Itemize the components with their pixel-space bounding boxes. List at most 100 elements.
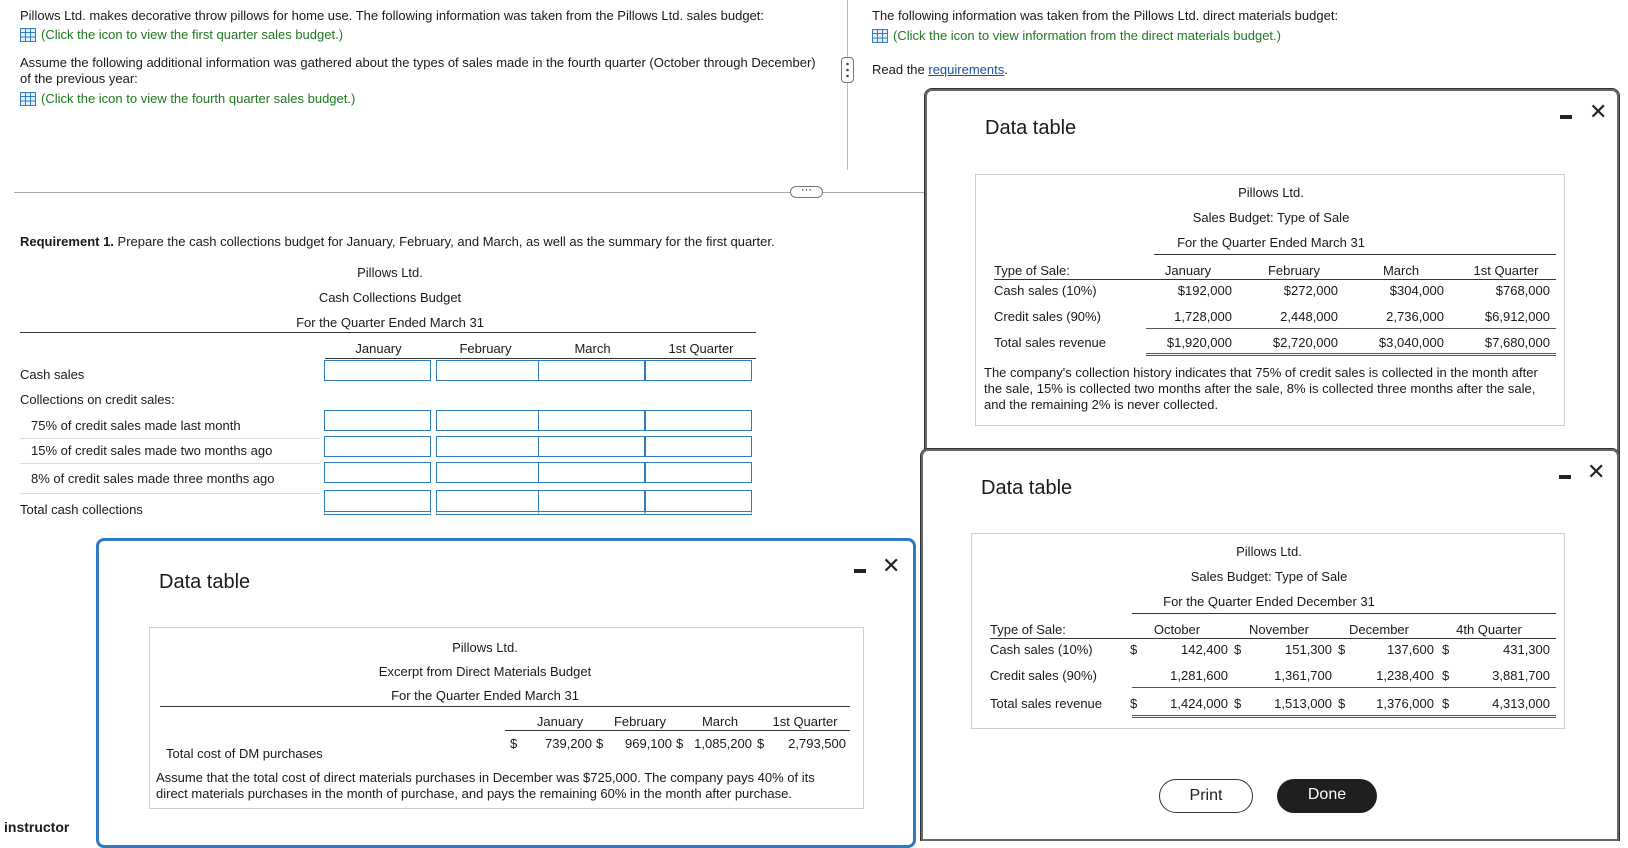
dm-rule <box>160 706 850 707</box>
row-separator <box>20 463 320 464</box>
q4-subtitle: Sales Budget: Type of Sale <box>1190 569 1348 584</box>
q4-col-october: October <box>1153 622 1201 637</box>
budget-col-rule <box>325 358 756 359</box>
dm-col-rule <box>505 730 850 731</box>
dm-dollar: $ <box>510 736 518 751</box>
q4-cell: 1,424,000 <box>1170 696 1228 711</box>
dm-col-february: February <box>613 714 667 729</box>
input-8-q1[interactable] <box>645 462 752 483</box>
drag-dots-icon <box>846 62 849 78</box>
q4-rule <box>1132 613 1556 614</box>
dm-value-january: 739,200 <box>545 736 592 751</box>
q1-period: For the Quarter Ended March 31 <box>1177 235 1365 250</box>
input-cash-feb[interactable] <box>436 360 543 381</box>
first-quarter-link-label: (Click the icon to view the first quarte… <box>41 27 344 42</box>
q1-rule <box>1154 254 1556 255</box>
read-requirements: Read the requirements. <box>872 62 1008 77</box>
print-button[interactable]: Print <box>1159 779 1253 813</box>
q1-cell: $304,000 <box>1389 283 1444 298</box>
q1-col-rule <box>994 279 1556 280</box>
assume-text: Assume the following additional informat… <box>20 55 816 86</box>
q4-cell: 4,313,000 <box>1492 696 1550 711</box>
input-15-q1[interactable] <box>645 436 752 457</box>
dm-period: For the Quarter Ended March 31 <box>391 688 579 703</box>
q4-dollar: $ <box>1234 696 1242 711</box>
done-button[interactable]: Done <box>1277 779 1377 813</box>
close-icon[interactable]: ✕ <box>882 555 900 577</box>
fourth-quarter-link[interactable]: (Click the icon to view the fourth quart… <box>20 91 355 106</box>
input-total-jan[interactable] <box>324 490 431 515</box>
requirement-instructions: Prepare the cash collections budget for … <box>113 234 775 249</box>
fourth-quarter-link-label: (Click the icon to view the fourth quart… <box>41 91 356 106</box>
table-icon <box>20 28 36 42</box>
budget-period: For the Quarter Ended March 31 <box>296 315 484 330</box>
input-cash-q1[interactable] <box>645 360 752 381</box>
q4-cell: 1,361,700 <box>1274 668 1332 683</box>
input-8-jan[interactable] <box>324 462 431 483</box>
input-total-feb[interactable] <box>436 490 543 515</box>
q1-row-label: Total sales revenue <box>994 335 1107 350</box>
minimize-icon[interactable] <box>1559 475 1571 479</box>
minimize-icon[interactable] <box>1560 115 1572 119</box>
input-15-jan[interactable] <box>324 436 431 457</box>
q4-col-november: November <box>1249 622 1309 637</box>
q1-cell: $272,000 <box>1283 283 1338 298</box>
budget-company: Pillows Ltd. <box>357 265 423 280</box>
pane-resize-handle[interactable] <box>841 57 854 83</box>
row-8pct: 8% of credit sales made three months ago <box>31 471 275 486</box>
dm-row-label: Total cost of DM purchases <box>166 746 323 761</box>
input-8-feb[interactable] <box>436 462 543 483</box>
dm-dollar: $ <box>757 736 765 751</box>
q4-table: Pillows Ltd. Sales Budget: Type of Sale … <box>971 533 1565 729</box>
q4-col-december: December <box>1349 622 1409 637</box>
input-75-q1[interactable] <box>645 410 752 431</box>
budget-col-january: January <box>355 341 402 356</box>
row-separator <box>20 493 320 494</box>
budget-col-quarter: 1st Quarter <box>668 341 734 356</box>
input-75-feb[interactable] <box>436 410 543 431</box>
minimize-icon[interactable] <box>854 569 866 573</box>
q1-note: The company's collection history indicat… <box>984 365 1538 412</box>
q4-dollar: $ <box>1442 696 1450 711</box>
row-total: Total cash collections <box>20 502 143 517</box>
ellipsis-icon: ⋯ <box>801 184 812 196</box>
q4-cell: 137,600 <box>1387 642 1434 657</box>
budget-title: Cash Collections Budget <box>318 290 462 305</box>
read-prefix: Read the <box>872 62 929 77</box>
q4-company: Pillows Ltd. <box>1236 544 1302 559</box>
q1-row-label: Credit sales (90%) <box>994 309 1101 324</box>
budget-col-march: March <box>574 341 611 356</box>
input-cash-jan[interactable] <box>324 360 431 381</box>
q1-col-march: March <box>1382 263 1420 278</box>
expand-handle[interactable]: ⋯ <box>790 184 823 198</box>
input-75-mar[interactable] <box>538 410 645 431</box>
intro-text: Pillows Ltd. makes decorative throw pill… <box>20 8 810 24</box>
dm-table: Pillows Ltd. Excerpt from Direct Materia… <box>149 627 864 809</box>
q1-cell: 1,728,000 <box>1174 309 1232 324</box>
input-8-mar[interactable] <box>538 462 645 483</box>
q1-cell: $3,040,000 <box>1378 335 1444 350</box>
q4-row-label: Cash sales (10%) <box>990 642 1093 657</box>
requirements-link[interactable]: requirements <box>928 62 1004 77</box>
direct-materials-link[interactable]: (Click the icon to view information from… <box>872 28 1281 43</box>
input-cash-mar[interactable] <box>538 360 645 381</box>
close-icon[interactable]: ✕ <box>1587 461 1605 483</box>
first-quarter-link[interactable]: (Click the icon to view the first quarte… <box>20 27 343 42</box>
input-75-jan[interactable] <box>324 410 431 431</box>
q4-type-label: Type of Sale: <box>990 622 1066 637</box>
input-15-mar[interactable] <box>538 436 645 457</box>
q1-col-quarter: 1st Quarter <box>1473 263 1539 278</box>
q4-dollar: $ <box>1442 668 1450 683</box>
input-15-feb[interactable] <box>436 436 543 457</box>
q1-subtotal-rule <box>1146 328 1556 329</box>
row-collections-header: Collections on credit sales: <box>20 392 175 407</box>
q1-cell: 2,736,000 <box>1386 309 1444 324</box>
q1-total-rule <box>1146 353 1556 356</box>
q4-dollar: $ <box>1130 642 1138 657</box>
q4-period: For the Quarter Ended December 31 <box>1163 594 1375 609</box>
close-icon[interactable]: ✕ <box>1589 101 1607 123</box>
input-total-q1[interactable] <box>645 490 752 515</box>
q1-type-label: Type of Sale: <box>994 263 1070 278</box>
q1-subtitle: Sales Budget: Type of Sale <box>1192 210 1350 225</box>
input-total-mar[interactable] <box>538 490 645 515</box>
